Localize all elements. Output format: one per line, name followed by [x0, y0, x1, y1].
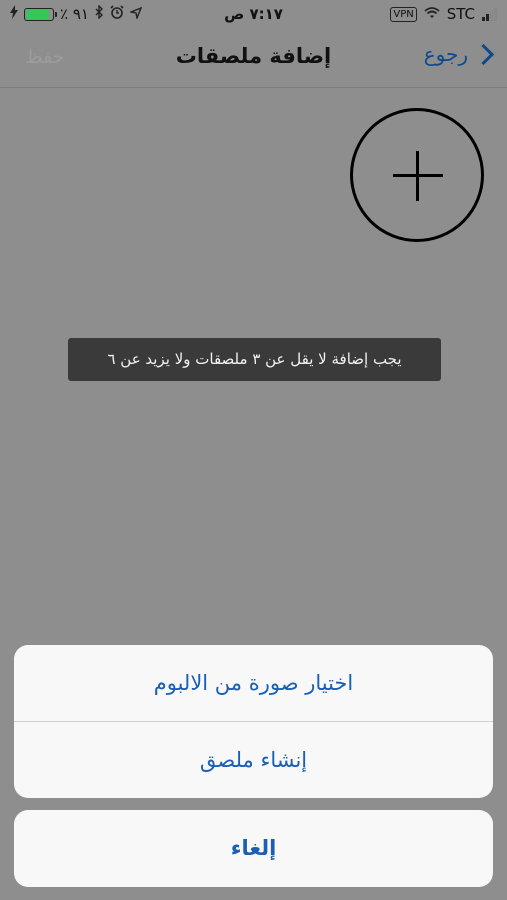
back-button[interactable]: رجوع — [424, 42, 495, 66]
action-sheet-options: اختيار صورة من الالبوم إنشاء ملصق — [14, 645, 493, 798]
toast-message: يجب إضافة لا يقل عن ٣ ملصقات ولا يزيد عن… — [68, 338, 441, 381]
wifi-icon — [424, 5, 440, 23]
chevron-right-icon — [472, 43, 495, 65]
choose-from-album-button[interactable]: اختيار صورة من الالبوم — [14, 645, 493, 721]
create-sticker-button[interactable]: إنشاء ملصق — [14, 722, 493, 798]
signal-icon — [482, 7, 497, 21]
status-right: VPN STC — [390, 5, 497, 23]
add-sticker-button[interactable] — [350, 108, 484, 242]
status-bar: ٪ ٩١ ٧:١٧ ص VPN STC — [0, 0, 507, 30]
back-label: رجوع — [423, 42, 468, 66]
carrier-name: STC — [446, 5, 475, 23]
vpn-badge: VPN — [390, 6, 417, 22]
navigation-bar: حفظ إضافة ملصقات رجوع — [0, 30, 507, 88]
cancel-button[interactable]: إلغاء — [14, 810, 493, 887]
action-sheet-cancel-group: إلغاء — [14, 810, 493, 887]
